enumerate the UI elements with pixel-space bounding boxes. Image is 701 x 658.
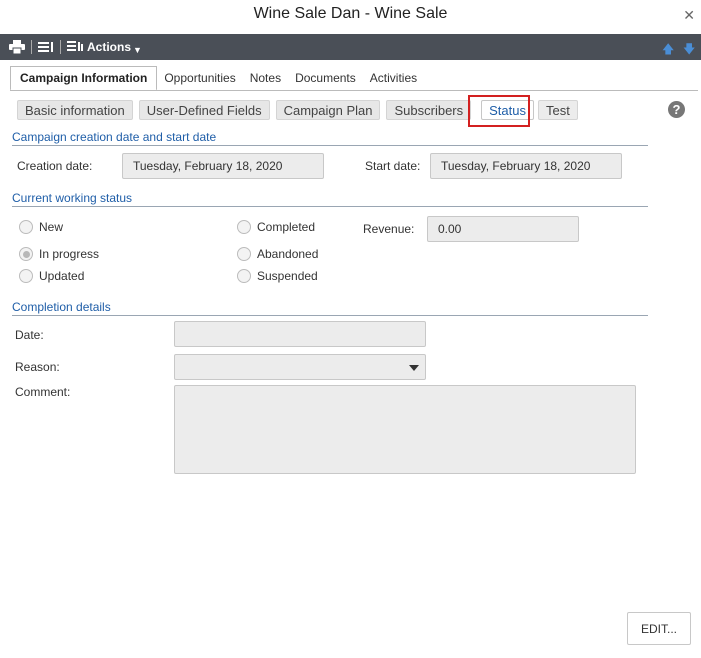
subtab-basic-information[interactable]: Basic information [17,100,133,120]
start-date-field: Tuesday, February 18, 2020 [430,153,622,179]
radio-in-progress[interactable]: In progress [19,247,99,261]
chevron-down-icon: ▼ [133,44,142,55]
main-tabs: Campaign Information Opportunities Notes… [10,66,424,91]
tab-opportunities[interactable]: Opportunities [157,66,242,89]
completion-date-field [174,321,426,347]
arrow-up-icon[interactable]: 🡅 [662,40,674,61]
radio-button [19,269,33,283]
print-icon[interactable] [9,34,25,60]
radio-label: Completed [257,220,316,234]
sub-tabs: Basic information User-Defined Fields Ca… [17,100,584,120]
subtab-subscribers[interactable]: Subscribers [386,100,472,120]
reason-select [174,354,426,380]
close-icon[interactable]: ✕ [683,7,695,24]
section-title-dates: Campaign creation date and start date [12,130,648,146]
help-icon[interactable]: ? [668,101,685,118]
revenue-label: Revenue: [363,222,415,236]
toolbar-divider [31,40,32,54]
radio-label: Suspended [257,269,318,283]
section-title-completion: Completion details [12,300,648,316]
list-icon[interactable] [38,34,54,60]
chevron-down-icon [409,365,419,371]
creation-date-label: Creation date: [17,159,93,173]
actions-list-icon [67,40,83,55]
radio-new[interactable]: New [19,220,63,234]
start-date-label: Start date: [365,159,421,173]
reason-label: Reason: [15,360,60,374]
tab-notes[interactable]: Notes [243,66,288,89]
section-title-status: Current working status [12,191,648,207]
subtab-campaign-plan[interactable]: Campaign Plan [275,100,381,120]
toolbar: Actions ▼ 🡅 🡇 [0,34,701,60]
edit-button[interactable]: EDIT... [627,612,691,645]
radio-button [19,247,33,261]
radio-updated[interactable]: Updated [19,269,84,283]
comment-field [174,385,636,474]
tab-divider [10,90,698,91]
radio-button [237,269,251,283]
radio-suspended[interactable]: Suspended [237,269,318,283]
radio-label: Updated [39,269,85,283]
window-title: Wine Sale Dan - Wine Sale [253,5,448,22]
radio-button [237,247,251,261]
actions-menu-button[interactable]: Actions ▼ [67,34,142,60]
arrow-down-icon[interactable]: 🡇 [683,40,695,61]
radio-completed[interactable]: Completed [237,220,315,234]
title-bar: Wine Sale Dan - Wine Sale ✕ [0,0,701,34]
radio-button [237,220,251,234]
completion-date-label: Date: [15,328,44,342]
comment-label: Comment: [15,385,71,399]
subtab-user-defined-fields[interactable]: User-Defined Fields [138,100,270,120]
tab-activities[interactable]: Activities [363,66,424,89]
tab-campaign-information[interactable]: Campaign Information [10,66,158,91]
toolbar-divider [60,40,61,54]
subtab-status[interactable]: Status [481,100,534,120]
tab-documents[interactable]: Documents [288,66,363,89]
radio-button [19,220,33,234]
subtab-test[interactable]: Test [537,100,578,120]
radio-label: Abandoned [257,247,319,261]
actions-label: Actions [87,40,132,54]
revenue-field: 0.00 [427,216,579,242]
radio-label: In progress [39,247,100,261]
radio-label: New [39,220,64,234]
radio-abandoned[interactable]: Abandoned [237,247,318,261]
creation-date-field: Tuesday, February 18, 2020 [122,153,324,179]
